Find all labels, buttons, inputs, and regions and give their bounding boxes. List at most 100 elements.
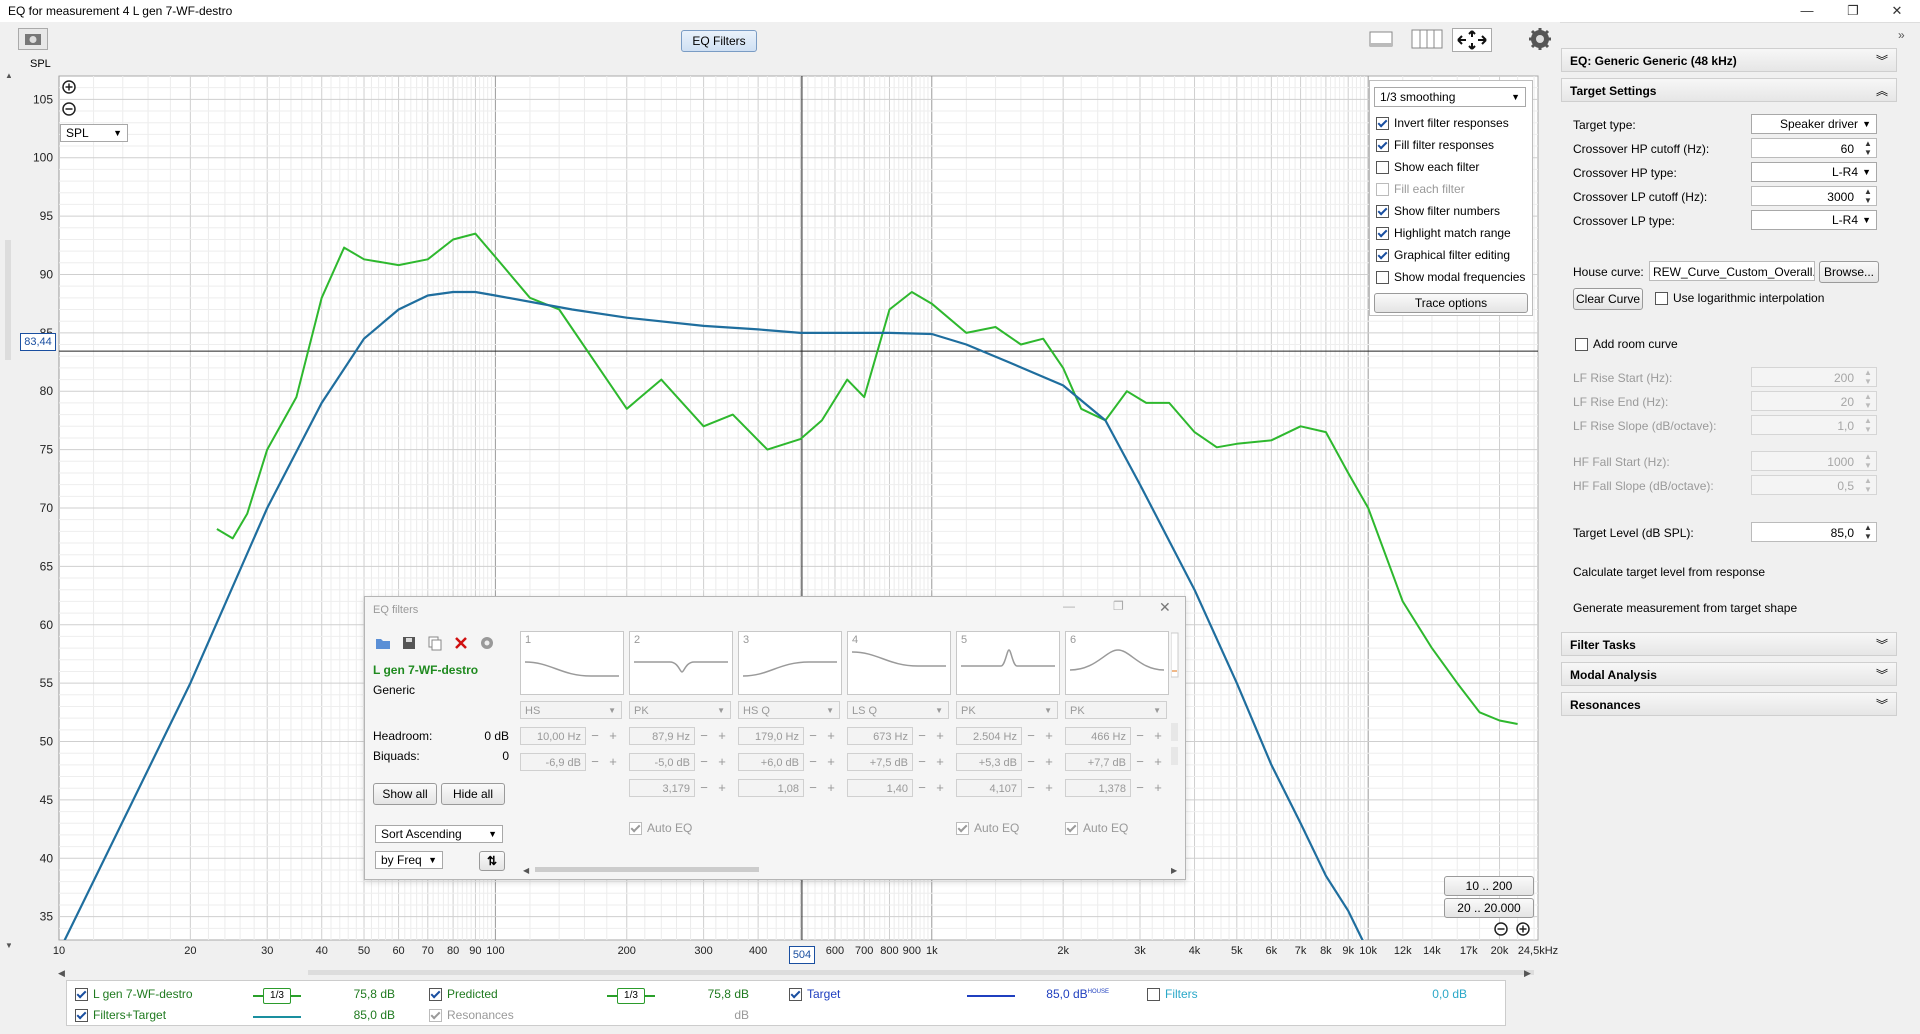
- filter-type-select[interactable]: PK ▼: [1065, 701, 1167, 719]
- option-graphical-filter-editing[interactable]: Graphical filter editing: [1376, 247, 1510, 263]
- minus-icon[interactable]: −: [697, 727, 711, 745]
- gen-measurement-link[interactable]: Generate measurement from target shape: [1573, 601, 1797, 615]
- spinner-icon[interactable]: ▲ ▼: [1863, 523, 1873, 541]
- filter-response-thumbnail[interactable]: 2: [629, 631, 733, 695]
- minus-icon[interactable]: −: [806, 753, 820, 771]
- minus-icon[interactable]: −: [1024, 727, 1038, 745]
- clear-curve-button[interactable]: Clear Curve: [1573, 288, 1643, 310]
- x-scrollbar[interactable]: ◀ ▶: [58, 966, 1548, 978]
- plus-icon[interactable]: +: [1151, 727, 1165, 745]
- range-10-200-button[interactable]: 10 .. 200: [1444, 876, 1534, 896]
- zoom-out-x-icon[interactable]: [1494, 922, 1508, 936]
- minus-icon[interactable]: −: [588, 753, 602, 771]
- modal-analysis-header[interactable]: Modal Analysis ︾: [1561, 662, 1897, 686]
- plus-icon[interactable]: +: [715, 753, 729, 771]
- auto-eq-checkbox[interactable]: Auto EQ: [956, 821, 1019, 836]
- eq-header[interactable]: EQ: Generic Generic (48 kHz) ︾: [1561, 48, 1897, 72]
- plus-icon[interactable]: +: [824, 753, 838, 771]
- lp-cutoff-input[interactable]: 3000 ▲ ▼: [1751, 186, 1877, 206]
- option-highlight-match-range[interactable]: Highlight match range: [1376, 225, 1511, 241]
- target-type-select[interactable]: Speaker driver ▼: [1751, 114, 1877, 134]
- filter-freq-input[interactable]: 466 Hz: [1065, 727, 1131, 745]
- browse-button[interactable]: Browse...: [1819, 261, 1879, 283]
- zoom-in-icon[interactable]: [62, 80, 76, 94]
- filter-response-thumbnail[interactable]: 3: [738, 631, 842, 695]
- filter-gain-input[interactable]: +6,0 dB: [738, 753, 804, 771]
- trace-options-button[interactable]: Trace options: [1374, 293, 1528, 313]
- minus-icon[interactable]: −: [806, 727, 820, 745]
- filter-q-input[interactable]: 3,179: [629, 779, 695, 797]
- filter-type-select[interactable]: PK ▼: [956, 701, 1058, 719]
- zoom-out-icon[interactable]: [62, 102, 76, 116]
- calc-target-link[interactable]: Calculate target level from response: [1573, 565, 1765, 579]
- option-fill-filter-responses[interactable]: Fill filter responses: [1376, 137, 1494, 153]
- option-show-each-filter[interactable]: Show each filter: [1376, 159, 1479, 175]
- delete-icon[interactable]: [453, 635, 469, 651]
- minus-icon[interactable]: −: [806, 779, 820, 797]
- hp-type-select[interactable]: L-R4 ▼: [1751, 162, 1877, 182]
- target-settings-header[interactable]: Target Settings ︽: [1561, 78, 1897, 102]
- filter-response-thumbnail[interactable]: 6: [1065, 631, 1169, 695]
- filter-q-input[interactable]: 4,107: [956, 779, 1022, 797]
- filter-gain-input[interactable]: +5,3 dB: [956, 753, 1022, 771]
- filter-q-input[interactable]: 1,08: [738, 779, 804, 797]
- plus-icon[interactable]: +: [606, 727, 620, 745]
- minus-icon[interactable]: −: [1024, 753, 1038, 771]
- house-curve-field[interactable]: REW_Curve_Custom_Overall.txt: [1649, 261, 1815, 281]
- filters-hscroll[interactable]: ◀ ▶: [523, 863, 1179, 875]
- filter-gain-input[interactable]: +7,5 dB: [847, 753, 913, 771]
- dialog-close-button[interactable]: ✕: [1159, 599, 1171, 616]
- plus-icon[interactable]: +: [933, 727, 947, 745]
- sort-by-select[interactable]: by Freq ▼: [375, 851, 443, 869]
- room-curve-checkbox[interactable]: Add room curve: [1575, 337, 1678, 352]
- filter-type-select[interactable]: LS Q ▼: [847, 701, 949, 719]
- filter-freq-input[interactable]: 673 Hz: [847, 727, 913, 745]
- smoothing-badge[interactable]: 1/3: [617, 988, 645, 1004]
- option-invert-filter-responses[interactable]: Invert filter responses: [1376, 115, 1509, 131]
- filter-response-thumbnail[interactable]: 5: [956, 631, 1060, 695]
- save-icon[interactable]: [401, 635, 417, 651]
- plus-icon[interactable]: +: [824, 779, 838, 797]
- dialog-maximize-button[interactable]: ❐: [1113, 599, 1124, 613]
- auto-eq-checkbox[interactable]: Auto EQ: [629, 821, 692, 836]
- dialog-minimize-button[interactable]: —: [1063, 599, 1075, 613]
- maximize-button[interactable]: ❐: [1830, 0, 1876, 22]
- minus-icon[interactable]: −: [697, 779, 711, 797]
- minus-icon[interactable]: −: [1133, 727, 1147, 745]
- filter-freq-input[interactable]: 2.504 Hz: [956, 727, 1022, 745]
- filter-q-input[interactable]: 1,40: [847, 779, 913, 797]
- minus-icon[interactable]: −: [1133, 753, 1147, 771]
- plus-icon[interactable]: +: [933, 753, 947, 771]
- filter-freq-input[interactable]: 10,00 Hz: [520, 727, 586, 745]
- filter-type-select[interactable]: HS ▼: [520, 701, 622, 719]
- filter-tasks-header[interactable]: Filter Tasks ︾: [1561, 632, 1897, 656]
- filter-gain-input[interactable]: -6,9 dB: [520, 753, 586, 771]
- legend-item[interactable]: Filters: [1147, 987, 1198, 1002]
- collapse-panel-icon[interactable]: »: [1898, 28, 1905, 42]
- option-show-modal-frequencies[interactable]: Show modal frequencies: [1376, 269, 1525, 285]
- plus-icon[interactable]: +: [933, 779, 947, 797]
- filter-type-select[interactable]: PK ▼: [629, 701, 731, 719]
- target-level-input[interactable]: 85,0 ▲ ▼: [1751, 522, 1877, 542]
- legend-item[interactable]: Filters+Target: [75, 1008, 166, 1023]
- legend-item[interactable]: L gen 7-WF-destro: [75, 987, 193, 1002]
- plus-icon[interactable]: +: [715, 727, 729, 745]
- open-folder-icon[interactable]: [375, 635, 391, 651]
- plus-icon[interactable]: +: [1042, 753, 1056, 771]
- spinner-icon[interactable]: ▲ ▼: [1863, 187, 1873, 205]
- log-interp-checkbox[interactable]: Use logarithmic interpolation: [1655, 291, 1824, 306]
- copy-icon[interactable]: [427, 635, 443, 651]
- range-20-20000-button[interactable]: 20 .. 20.000: [1444, 898, 1534, 918]
- auto-eq-checkbox[interactable]: Auto EQ: [1065, 821, 1128, 836]
- filter-response-thumbnail[interactable]: 4: [847, 631, 951, 695]
- filter-freq-input[interactable]: 87,9 Hz: [629, 727, 695, 745]
- option-show-filter-numbers[interactable]: Show filter numbers: [1376, 203, 1500, 219]
- sort-select[interactable]: Sort Ascending ▼: [375, 825, 503, 843]
- plus-icon[interactable]: +: [824, 727, 838, 745]
- close-button[interactable]: ✕: [1874, 0, 1920, 22]
- filter-response-thumbnail[interactable]: 1: [520, 631, 624, 695]
- minus-icon[interactable]: −: [697, 753, 711, 771]
- filters-vscroll[interactable]: [1170, 629, 1179, 813]
- plus-icon[interactable]: +: [1151, 779, 1165, 797]
- hp-cutoff-input[interactable]: 60 ▲ ▼: [1751, 138, 1877, 158]
